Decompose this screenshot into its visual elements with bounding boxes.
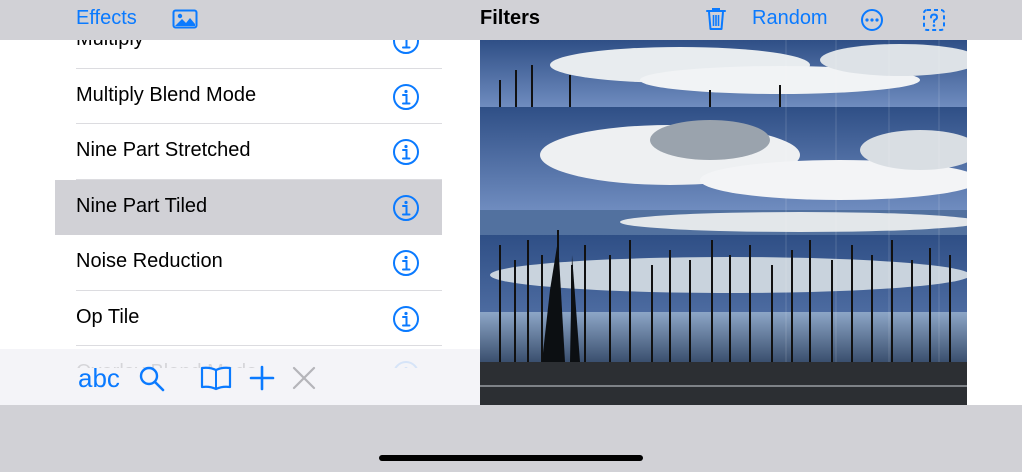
- filter-row-label: Multiply Blend Mode: [76, 83, 257, 106]
- trash-icon[interactable]: [705, 7, 727, 36]
- close-icon[interactable]: [292, 366, 316, 395]
- questionmark-square-dashed-icon[interactable]: [922, 8, 946, 37]
- info-circle-icon[interactable]: [392, 194, 420, 222]
- filter-preview-image: [480, 40, 967, 405]
- filter-row-label: Op Tile: [76, 305, 140, 328]
- info-circle-icon[interactable]: [392, 249, 420, 277]
- plus-icon[interactable]: [249, 365, 275, 396]
- info-circle-icon[interactable]: [392, 138, 420, 166]
- filter-row-label: Nine Part Tiled: [76, 194, 208, 217]
- bottom-toolbar: abc: [0, 349, 480, 405]
- filter-row[interactable]: Noise Reduction: [55, 235, 442, 291]
- page-title: Filters: [480, 7, 541, 29]
- random-button[interactable]: Random: [752, 7, 828, 30]
- navigation-bar: Effects Filters Random: [0, 0, 1022, 40]
- filter-list[interactable]: Multiply Multiply Blend Mode Nine Part Str…: [55, 40, 442, 368]
- filter-row[interactable]: Nine Part Stretched: [55, 124, 442, 180]
- filter-row-label: Nine Part Stretched: [76, 139, 251, 161]
- filter-row[interactable]: Multiply Blend Mode: [55, 69, 442, 124]
- filter-list-content: Multiply Multiply Blend Mode Nine Part Str…: [55, 40, 442, 368]
- book-icon[interactable]: [199, 365, 233, 396]
- filter-row-label: Noise Reduction: [76, 250, 223, 272]
- bottom-safe-area: [0, 405, 1022, 472]
- info-circle-icon[interactable]: [392, 83, 420, 111]
- ellipsis-circle-icon[interactable]: [860, 8, 884, 37]
- info-circle-icon[interactable]: [392, 305, 420, 333]
- filter-row[interactable]: Nine Part Tiled: [55, 179, 442, 235]
- filter-row[interactable]: Op Tile: [55, 291, 442, 346]
- info-circle-icon[interactable]: [392, 40, 420, 55]
- filter-row-label: Multiply: [76, 40, 144, 51]
- photo-icon[interactable]: [172, 9, 198, 34]
- search-icon[interactable]: [138, 365, 166, 398]
- effects-button[interactable]: Effects: [76, 7, 137, 30]
- abc-button[interactable]: abc: [78, 363, 120, 394]
- home-indicator[interactable]: [379, 455, 643, 461]
- filter-row[interactable]: Multiply: [55, 40, 442, 69]
